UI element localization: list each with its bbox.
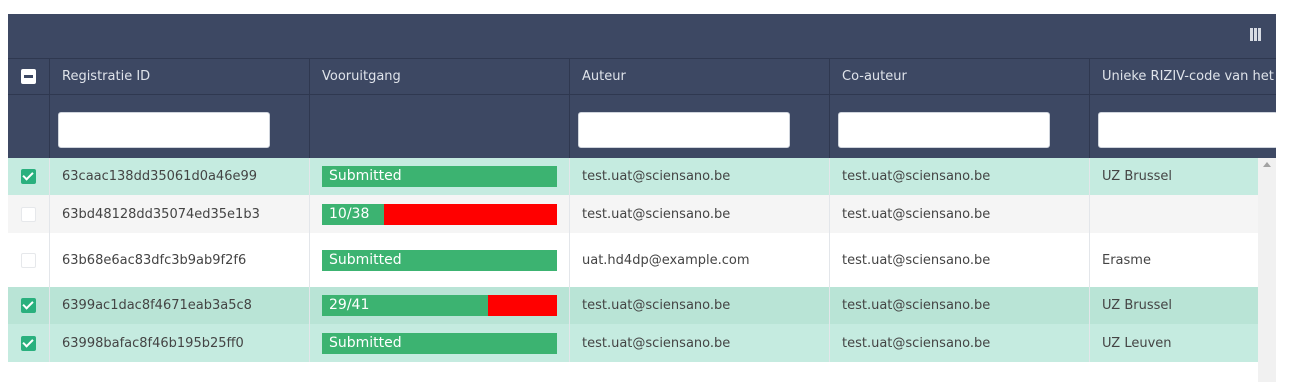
table-row[interactable]: 63998bafac8f46b195b25ff0 Submitted test.… [8, 324, 1258, 362]
cell-auteur: test.uat@sciensano.be [569, 195, 829, 233]
cell-vooruitgang: Submitted [309, 233, 569, 287]
row-checkbox[interactable] [21, 336, 36, 351]
cell-registratie-id: 6399ac1dac8f4671eab3a5c8 [49, 287, 309, 324]
progress-bar: 10/38 [322, 204, 557, 225]
filter-cell-auteur [569, 95, 829, 159]
vertical-scrollbar[interactable] [1258, 158, 1276, 382]
filter-cell-select [8, 95, 49, 159]
cell-co-auteur: test.uat@sciensano.be [829, 287, 1089, 324]
cell-co-auteur: test.uat@sciensano.be [829, 195, 1089, 233]
cell-auteur: test.uat@sciensano.be [569, 324, 829, 362]
cell-co-auteur: test.uat@sciensano.be [829, 158, 1089, 195]
cell-riziv-code: UZ Leuven [1089, 324, 1258, 362]
progress-bar: Submitted [322, 250, 557, 271]
progress-bar: 29/41 [322, 295, 557, 316]
filter-cell-co-auteur [829, 95, 1089, 159]
table-row[interactable]: 63caac138dd35061d0a46e99 Submitted test.… [8, 158, 1258, 195]
grid-toolbar [8, 14, 1276, 58]
filter-cell-vooruitgang [309, 95, 569, 159]
progress-label: Submitted [329, 335, 402, 351]
cell-riziv-code: UZ Brussel [1089, 158, 1258, 195]
cell-riziv-code: UZ Brussel [1089, 287, 1258, 324]
filter-cell-registratie-id [49, 95, 309, 159]
progress-bar: Submitted [322, 333, 557, 354]
filter-riziv-input[interactable] [1098, 112, 1276, 148]
cell-co-auteur: test.uat@sciensano.be [829, 324, 1089, 362]
select-all-checkbox[interactable] [21, 69, 36, 84]
row-select-cell [8, 287, 49, 324]
columns-icon[interactable] [1250, 28, 1262, 41]
progress-label: Submitted [329, 168, 402, 184]
cell-riziv-code [1089, 195, 1258, 233]
cell-registratie-id: 63b68e6ac83dfc3b9ab9f2f6 [49, 233, 309, 287]
filter-cell-riziv [1089, 95, 1276, 159]
row-select-cell [8, 324, 49, 362]
cell-vooruitgang: 29/41 [309, 287, 569, 324]
filter-co-auteur-input[interactable] [838, 112, 1050, 148]
row-checkbox[interactable] [21, 169, 36, 184]
filter-registratie-id-input[interactable] [58, 112, 270, 148]
column-header-vooruitgang[interactable]: Vooruitgang [309, 59, 569, 95]
column-header-riziv-code[interactable]: Unieke RIZIV-code van het [1089, 59, 1276, 95]
row-checkbox[interactable] [21, 298, 36, 313]
scroll-up-arrow-icon[interactable] [1263, 162, 1271, 167]
cell-riziv-code: Erasme [1089, 233, 1258, 287]
cell-registratie-id: 63caac138dd35061d0a46e99 [49, 158, 309, 195]
row-select-cell [8, 195, 49, 233]
progress-label: 29/41 [329, 297, 370, 313]
progress-label: 10/38 [329, 206, 370, 222]
progress-bar: Submitted [322, 166, 557, 187]
cell-vooruitgang: 10/38 [309, 195, 569, 233]
column-header-registratie-id[interactable]: Registratie ID [49, 59, 309, 95]
filter-row [8, 94, 1276, 159]
header-select-all-cell [8, 59, 49, 95]
cell-vooruitgang: Submitted [309, 158, 569, 195]
column-header-auteur[interactable]: Auteur [569, 59, 829, 95]
cell-auteur: test.uat@sciensano.be [569, 287, 829, 324]
cell-auteur: uat.hd4dp@example.com [569, 233, 829, 287]
cell-registratie-id: 63998bafac8f46b195b25ff0 [49, 324, 309, 362]
cell-co-auteur: test.uat@sciensano.be [829, 233, 1089, 287]
row-select-cell [8, 233, 49, 287]
grid-body: 63caac138dd35061d0a46e99 Submitted test.… [8, 158, 1258, 382]
table-row[interactable]: 63bd48128dd35074ed35e1b3 10/38 test.uat@… [8, 195, 1258, 233]
row-checkbox[interactable] [21, 253, 36, 268]
column-header-co-auteur[interactable]: Co-auteur [829, 59, 1089, 95]
progress-label: Submitted [329, 252, 402, 268]
filter-auteur-input[interactable] [578, 112, 790, 148]
cell-registratie-id: 63bd48128dd35074ed35e1b3 [49, 195, 309, 233]
table-row[interactable]: 63b68e6ac83dfc3b9ab9f2f6 Submitted uat.h… [8, 233, 1258, 287]
row-checkbox[interactable] [21, 207, 36, 222]
column-header-row: Registratie ID Vooruitgang Auteur Co-aut… [8, 58, 1276, 95]
cell-vooruitgang: Submitted [309, 324, 569, 362]
data-grid: Registratie ID Vooruitgang Auteur Co-aut… [8, 14, 1276, 382]
row-select-cell [8, 158, 49, 195]
cell-auteur: test.uat@sciensano.be [569, 158, 829, 195]
table-row[interactable]: 6399ac1dac8f4671eab3a5c8 29/41 test.uat@… [8, 287, 1258, 324]
